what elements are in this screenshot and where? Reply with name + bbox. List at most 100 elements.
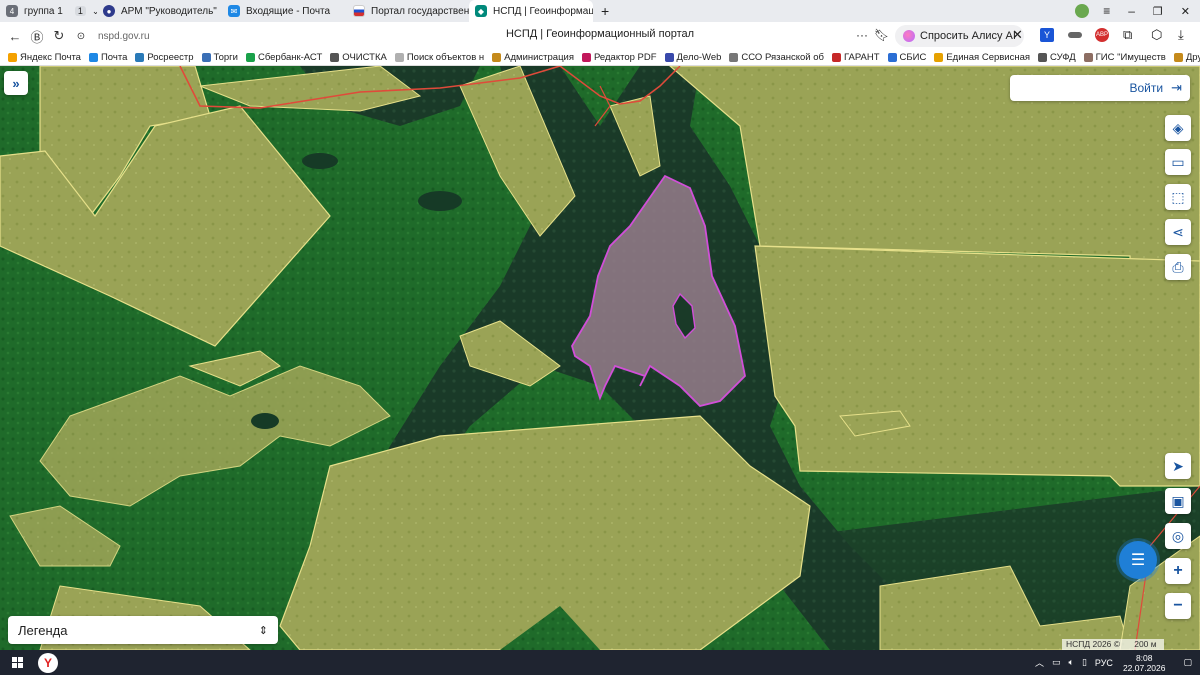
ruler-icon: ▭ bbox=[1171, 153, 1185, 170]
tab-label: Портал государственных bbox=[371, 5, 469, 17]
tab-label: группа 1 bbox=[24, 5, 63, 17]
chat-button[interactable]: ☰ bbox=[1119, 541, 1157, 579]
bookmark-favicon-icon bbox=[831, 53, 841, 62]
yandex-shield-icon[interactable]: Ⓑ bbox=[26, 25, 48, 47]
more-icon[interactable]: ··· bbox=[856, 28, 868, 42]
battery-icon[interactable]: ▯ bbox=[1082, 657, 1087, 668]
bookmark-item[interactable]: СУФД bbox=[1038, 52, 1076, 63]
field-parcel bbox=[754, 245, 1200, 487]
bookmark-item[interactable]: Дело-Web bbox=[664, 52, 721, 63]
bookmark-favicon-icon bbox=[8, 53, 17, 62]
extension-hat-icon[interactable] bbox=[1068, 32, 1082, 38]
bookmark-favicon-icon bbox=[330, 53, 340, 62]
satellite-map[interactable] bbox=[0, 66, 1200, 650]
other-bookmarks[interactable]: Другие закладки bbox=[1186, 52, 1200, 63]
bookmark-favicon-icon bbox=[1173, 53, 1183, 62]
bookmark-label: Почта bbox=[100, 52, 128, 63]
back-icon[interactable]: ← bbox=[4, 25, 26, 47]
network-icon[interactable]: ▭ bbox=[1052, 657, 1061, 668]
bookmark-favicon-icon bbox=[1083, 53, 1093, 62]
bookmark-item[interactable]: Редактор PDF bbox=[582, 52, 657, 63]
bookmark-item[interactable]: Сбербанк-АСТ bbox=[245, 52, 322, 63]
bookmark-item[interactable]: ССО Рязанской об bbox=[729, 52, 824, 63]
bookmark-item[interactable]: ГАРАНТ bbox=[831, 52, 880, 63]
share-button[interactable]: ⋖ bbox=[1165, 219, 1191, 245]
tab-arm[interactable]: ● АРМ "Руководитель" bbox=[97, 0, 222, 22]
print-button[interactable]: ⎙ bbox=[1165, 254, 1191, 280]
tab-group-icon: 4 bbox=[6, 5, 18, 17]
bookmark-item[interactable]: Поиск объектов н bbox=[394, 52, 485, 63]
tab-group[interactable]: 4 группа 1 1 ⌄ bbox=[0, 0, 97, 22]
sidebar-extension-icon[interactable]: ⬡ bbox=[1151, 27, 1162, 43]
bookmark-item[interactable]: Почта bbox=[88, 52, 128, 63]
clock-time: 8:08 bbox=[1135, 652, 1153, 663]
windows-icon bbox=[11, 657, 23, 668]
zoom-in-button[interactable]: + bbox=[1165, 558, 1191, 584]
new-tab-button[interactable]: + bbox=[593, 0, 617, 22]
profile-icon[interactable] bbox=[1075, 4, 1090, 18]
chat-icon: ☰ bbox=[1130, 552, 1146, 569]
login-button[interactable]: Войти ⇥ bbox=[1010, 75, 1190, 101]
bookmark-favicon-icon bbox=[201, 53, 211, 62]
bookmark-item[interactable] bbox=[1173, 53, 1186, 62]
bookmark-item[interactable]: ОЧИСТКА bbox=[330, 52, 387, 63]
bookmark-item[interactable]: Яндекс Почта bbox=[8, 52, 81, 63]
language-indicator[interactable]: РУС bbox=[1095, 658, 1113, 668]
reload-icon[interactable]: ↻ bbox=[48, 25, 70, 47]
clock[interactable]: 8:08 22.07.2026 bbox=[1123, 653, 1166, 673]
site-info-icon[interactable]: ⊙ bbox=[70, 25, 92, 47]
my-location-button[interactable]: ◎ bbox=[1165, 523, 1191, 549]
layers-button[interactable]: ◈ bbox=[1165, 115, 1191, 141]
extensions-icon[interactable]: ⧉ bbox=[1123, 27, 1132, 43]
yandex-browser-taskbar-icon[interactable]: Y bbox=[38, 652, 58, 673]
ruler-button[interactable]: ▭ bbox=[1165, 149, 1191, 175]
windows-taskbar: Y ︿ ▭ 🔈︎ ▯ РУС 8:08 22.07.2026 ▢ bbox=[0, 650, 1200, 675]
bookmarks-bar: Яндекс Почта Почта Росреестр Торги Сбербанк-… bbox=[0, 50, 1200, 66]
bookmark-item[interactable]: Росреестр bbox=[135, 52, 194, 63]
chevron-updown-icon: ⇕ bbox=[258, 624, 268, 637]
chevron-up-icon[interactable]: ︿ bbox=[1035, 656, 1044, 669]
close-window-icon[interactable]: ✕ bbox=[1181, 5, 1190, 18]
volume-icon[interactable]: 🔈︎ bbox=[1069, 657, 1074, 668]
alice-button[interactable]: Спросить Алису AI bbox=[895, 25, 1024, 47]
bookmark-label: Поиск объектов н bbox=[406, 52, 485, 63]
minimize-icon[interactable]: – bbox=[1128, 4, 1135, 18]
map-view[interactable]: » Войти ⇥ ◈ ▭ ⬚ ⋖ ⎙ ➤ ▣ ◎ + − ☰ Легенда … bbox=[0, 66, 1200, 650]
basemap-button[interactable]: ▣ bbox=[1165, 488, 1191, 514]
bookmark-item[interactable]: Торги bbox=[201, 52, 238, 63]
locate-button[interactable]: ➤ bbox=[1165, 453, 1191, 479]
start-button[interactable] bbox=[0, 650, 34, 675]
bookmark-label: СУФД bbox=[1050, 52, 1076, 63]
bookmark-item[interactable]: ГИС "Имуществ bbox=[1083, 52, 1166, 63]
zoom-out-button[interactable]: − bbox=[1165, 593, 1191, 619]
bookmark-item[interactable]: СБИС bbox=[887, 52, 926, 63]
pond bbox=[302, 153, 338, 169]
tab-mail[interactable]: ✉ Входящие - Почта bbox=[222, 0, 347, 22]
bookmark-favicon-icon bbox=[887, 53, 897, 62]
gosuslugi-icon bbox=[353, 5, 365, 17]
attribution-text: НСПД 2026 © bbox=[1066, 639, 1121, 649]
locate-icon: ➤ bbox=[1172, 457, 1184, 474]
arm-icon: ● bbox=[103, 5, 115, 17]
extension-y-icon[interactable]: Y bbox=[1040, 28, 1054, 42]
bookmark-item[interactable]: Администрация bbox=[492, 52, 574, 63]
extension-x-icon[interactable]: ✕ bbox=[1012, 27, 1023, 43]
bookmark-icon[interactable]: 🔖︎ bbox=[874, 28, 889, 42]
adblock-icon[interactable]: ABP bbox=[1095, 28, 1109, 42]
bookmark-label: Яндекс Почта bbox=[20, 52, 81, 63]
bookmark-label: Торги bbox=[213, 52, 238, 63]
download-icon[interactable]: ⤓ bbox=[1178, 27, 1184, 43]
tab-gosuslugi[interactable]: Портал государственных bbox=[347, 0, 469, 22]
legend-dropdown[interactable]: Легенда ⇕ bbox=[8, 616, 278, 644]
notifications-icon[interactable]: ▢ bbox=[1183, 657, 1192, 668]
tab-nspd[interactable]: ◆ НСПД | Геоинформац ✕ bbox=[469, 0, 593, 22]
restore-icon[interactable]: ❐ bbox=[1153, 5, 1163, 18]
bookmark-item[interactable]: Единая Сервисная bbox=[934, 52, 1030, 63]
expand-panel-button[interactable]: » bbox=[4, 71, 28, 95]
menu-icon[interactable]: ≡ bbox=[1103, 4, 1110, 18]
share-icon: ⋖ bbox=[1172, 223, 1184, 240]
url-field[interactable]: nspd.gov.ru bbox=[98, 31, 150, 42]
bookmark-favicon-icon bbox=[664, 53, 674, 62]
select-area-button[interactable]: ⬚ bbox=[1165, 184, 1191, 210]
clock-date: 22.07.2026 bbox=[1122, 662, 1166, 673]
